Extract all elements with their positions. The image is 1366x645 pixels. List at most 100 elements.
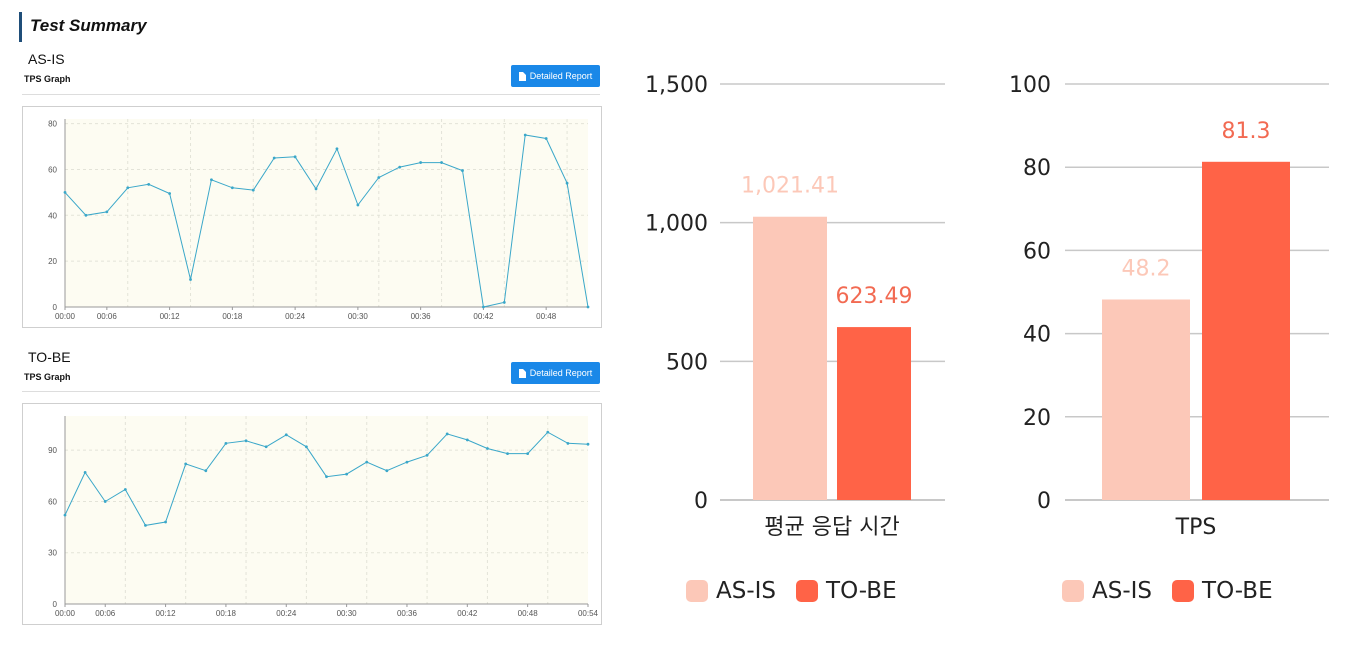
tobe-graph-label: TPS Graph [24,372,71,382]
tobe-data-point [486,447,489,450]
tps-bar-as-is [1102,299,1190,500]
tobe-detailed-report-button[interactable]: Detailed Report [511,362,600,384]
tobe-data-point [365,460,369,464]
avg-category-label: 평균 응답 시간 [764,515,899,540]
tobe-x-tick-label: 00:00 [55,609,76,618]
asis-report-button-label: Detailed Report [529,71,593,81]
asis-data-point [419,161,423,164]
asis-data-point [189,278,192,281]
asis-y-tick-label: 40 [48,211,57,220]
asis-data-point [168,192,172,195]
tobe-y-tick-label: 60 [48,497,57,506]
legend-swatch-asis [1062,580,1084,602]
tobe-data-point [244,439,248,443]
asis-data-point [398,165,402,169]
document-icon [518,71,526,81]
asis-x-tick-label: 00:36 [411,312,432,321]
legend-item-tobe: TO-BE [1172,578,1273,604]
avg-response-legend: AS-IS TO-BE [686,578,917,604]
tobe-x-tick-label: 00:12 [156,609,177,618]
tobe-tps-chart: 0 30 60 90 00:00 00:06 00:12 00:18 00:24 00:30 00:… [22,403,602,625]
tobe-data-point [325,475,328,479]
asis-data-point [251,188,255,192]
tps-data-label-as-is: 48.2 [1122,256,1171,281]
asis-x-tick-label: 00:48 [536,312,557,321]
asis-data-point [461,169,464,172]
avg-y-tick-label: 500 [666,350,708,375]
tps-category-label: TPS [1175,515,1217,540]
asis-data-point [335,147,339,151]
tobe-data-point [385,469,389,473]
legend-swatch-tobe [796,580,819,602]
page-title: Test Summary [19,12,147,42]
tps-y-tick-label: 0 [1037,489,1051,514]
tobe-data-point [405,460,409,464]
tobe-data-point [204,469,208,473]
asis-data-point [356,203,360,207]
tobe-data-point [123,488,127,491]
asis-x-tick-label: 00:00 [55,312,76,321]
avg-response-bar-chart: 0 500 1,000 1,500 1,021.41 623.49 평균 응답 시간 [645,73,945,540]
tobe-y-tick-label: 90 [48,446,57,455]
legend-label-asis: AS-IS [716,578,777,604]
asis-data-point [84,213,88,217]
asis-data-point [293,155,297,159]
asis-data-point [377,176,381,179]
asis-data-point [502,301,506,304]
asis-detailed-report-button[interactable]: Detailed Report [511,65,600,87]
asis-data-point [210,178,213,182]
document-icon [518,368,526,378]
tobe-data-point [465,438,469,442]
asis-y-tick-label: 20 [48,257,57,266]
tobe-data-point [83,471,87,474]
asis-data-point [523,133,527,137]
tobe-data-point [164,520,167,524]
tobe-data-point [586,442,590,446]
asis-data-point [126,186,130,190]
avg-data-label-to-be: 623.49 [836,284,913,309]
tobe-x-tick-label: 00:42 [457,609,478,618]
tobe-data-point [63,513,67,517]
tobe-section-label: TO-BE [28,349,71,365]
tobe-x-tick-label: 00:18 [216,609,237,618]
legend-label-tobe: TO-BE [826,578,897,604]
tobe-x-tick-label: 00:54 [578,609,599,618]
asis-x-tick-label: 00:18 [222,312,243,321]
legend-item-asis: AS-IS [1062,578,1152,604]
legend-swatch-asis [686,580,708,602]
legend-label-asis: AS-IS [1092,578,1153,604]
tobe-divider [22,391,600,392]
tobe-tps-chart-svg: 0 30 60 90 00:00 00:06 00:12 00:18 00:24 00:30 00:… [48,416,599,618]
tobe-x-tick-label: 00:36 [397,609,418,618]
tps-data-label-to-be: 81.3 [1222,119,1271,144]
avg-bar-as-is [753,216,827,501]
tobe-data-point [566,441,570,445]
asis-graph-label: TPS Graph [24,74,71,84]
asis-plot-area [65,119,588,307]
asis-data-point [314,187,318,191]
tobe-data-point [506,452,509,455]
avg-y-tick-label: 1,000 [645,212,708,237]
tps-y-tick-label: 40 [1023,323,1051,348]
tobe-data-point [526,452,530,455]
asis-x-tick-label: 00:24 [285,312,306,321]
tobe-data-point [546,430,550,434]
tps-y-tick-label: 100 [1009,73,1051,98]
asis-x-tick-label: 00:06 [97,312,118,321]
tps-bar-chart: 0 20 40 60 80 100 48.2 81.3 TPS [1009,73,1329,540]
legend-label-tobe: TO-BE [1202,578,1273,604]
asis-data-point [544,137,548,140]
asis-data-point [147,182,151,186]
tobe-data-point [184,462,188,466]
tobe-data-point [284,433,288,437]
page-title-text: Test Summary [30,16,147,35]
tobe-data-point [304,445,308,449]
legend-item-asis: AS-IS [686,578,776,604]
asis-data-point [565,181,569,185]
tobe-data-point [445,432,449,436]
avg-y-tick-label: 0 [694,489,708,514]
asis-data-point [63,190,67,194]
tps-bar-to-be [1202,161,1290,500]
avg-data-label-as-is: 1,021.41 [741,174,839,199]
tps-y-tick-label: 20 [1023,406,1051,431]
